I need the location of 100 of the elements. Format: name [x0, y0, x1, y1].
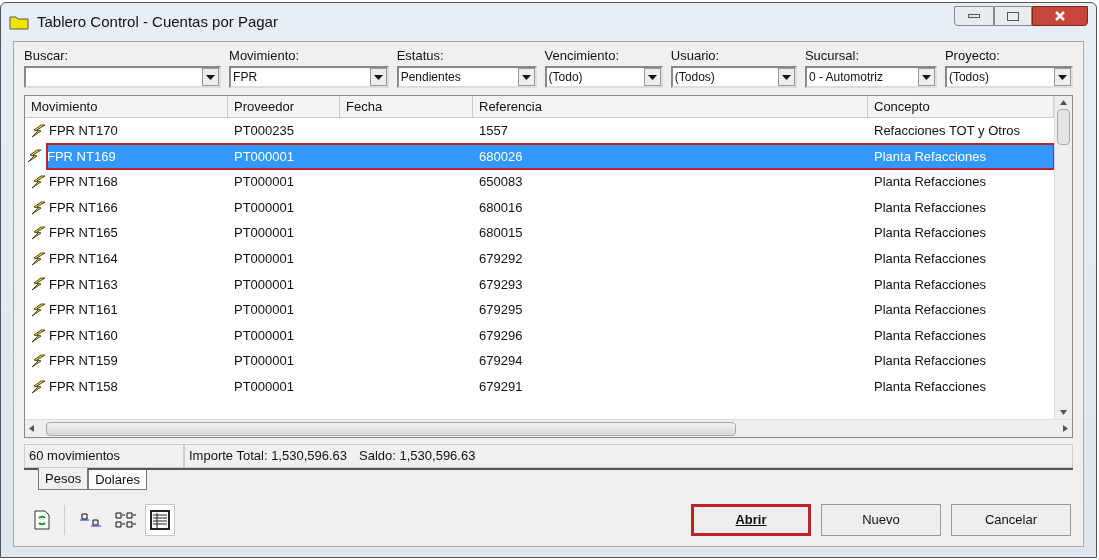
lightning-icon: [31, 354, 47, 369]
column-header[interactable]: Movimiento: [25, 96, 228, 117]
scroll-right-icon[interactable]: [1063, 425, 1068, 432]
table-row[interactable]: FPR NT166 PT000001 680016 Planta Refacciones: [25, 194, 1054, 221]
dropdown-arrow-icon[interactable]: [1058, 74, 1067, 80]
table-row[interactable]: FPR NT164 PT000001 679292 Planta Refacciones: [25, 245, 1054, 272]
balance-amount: Saldo: 1,530,596.63: [359, 447, 476, 466]
scroll-up-icon[interactable]: [1060, 100, 1067, 105]
table-cell-text: 1557: [478, 122, 509, 141]
record-count: 60 movimientos: [24, 444, 184, 468]
column-header[interactable]: Proveedor: [228, 96, 340, 117]
dropdown-field[interactable]: (Todos): [944, 66, 1073, 88]
lightning-icon: [31, 200, 47, 215]
scrollbar-thumb[interactable]: [1057, 109, 1070, 145]
table-row[interactable]: FPR NT165 PT000001 680015 Planta Refacciones: [25, 220, 1054, 246]
vertical-scrollbar[interactable]: [1054, 96, 1072, 419]
table-cell-text: FPR NT169: [47, 147, 116, 166]
table-cell-text: PT000001: [233, 352, 295, 371]
table-row[interactable]: FPR NT158 PT000001 679291 Planta Refacciones: [25, 373, 1054, 400]
table-cell-text: Planta Refacciones: [873, 352, 987, 371]
lightning-icon: [27, 149, 43, 164]
table-cell-text: FPR NT170: [49, 122, 118, 141]
filter-label: Movimiento:: [229, 47, 301, 65]
table-row[interactable]: FPR NT161 PT000001 679295 Planta Refacciones: [25, 297, 1054, 323]
table-cell-text: FPR NT166: [49, 198, 118, 217]
refresh-icon[interactable]: [34, 510, 50, 530]
scrollbar-thumb[interactable]: [46, 421, 736, 436]
table-cell-text: 679296: [478, 326, 524, 345]
close-icon: [1054, 10, 1066, 22]
table-cell-text: FPR NT159: [49, 352, 118, 371]
table-cell-text: PT000001: [233, 224, 295, 243]
table-cell-text: FPR NT158: [49, 378, 118, 396]
dropdown-arrow-icon[interactable]: [206, 74, 216, 80]
table-cell-text: 679293: [478, 275, 524, 294]
table-cell-text: 679294: [478, 352, 524, 371]
horizontal-scrollbar[interactable]: [25, 419, 1072, 437]
table-cell-text: FPR NT164: [49, 250, 118, 268]
document-pair-icon[interactable]: [79, 513, 103, 527]
table-row[interactable]: FPR NT159 PT000001 679294 Planta Refacciones: [25, 348, 1054, 374]
dropdown-field[interactable]: Pendientes: [396, 66, 537, 88]
dialog-button[interactable]: Abrir: [691, 504, 811, 536]
lightning-icon: [31, 226, 47, 241]
table-cell-text: FPR NT168: [49, 173, 118, 192]
dialog-button[interactable]: Cancelar: [951, 504, 1071, 536]
table-row[interactable]: FPR NT170 PT000235 1557 Refacciones TOT y Otros: [25, 118, 1054, 144]
lightning-icon: [31, 251, 47, 266]
table-cell-text: PT000001: [233, 173, 295, 192]
table-cell-text: Planta Refacciones: [873, 147, 987, 166]
dropdown-field[interactable]: (Todos): [670, 66, 797, 88]
table-cell-text: PT000001: [233, 326, 295, 345]
table-cell-text: 679292: [478, 250, 524, 268]
table-row[interactable]: FPR NT168 PT000001 650083 Planta Refacciones: [25, 169, 1054, 195]
table-cell-text: Planta Refacciones: [873, 378, 987, 396]
tab[interactable]: Dolares: [88, 470, 147, 490]
filter-label: Usuario:: [670, 47, 721, 65]
table-cell-text: Planta Refacciones: [873, 224, 987, 243]
table-cell-text: 650083: [478, 173, 524, 192]
tab[interactable]: Pesos: [38, 468, 89, 490]
dropdown-arrow-icon[interactable]: [521, 74, 531, 80]
table-cell-text: 680016: [478, 198, 524, 217]
table-cell-text: Planta Refacciones: [873, 301, 987, 320]
dropdown-arrow-icon[interactable]: [781, 74, 791, 80]
table-cell-text: PT000001: [233, 147, 295, 166]
grid-view-button[interactable]: [145, 504, 175, 536]
table-cell-text: Planta Refacciones: [873, 198, 987, 217]
dropdown-field[interactable]: (Todo): [544, 66, 663, 88]
table-cell-text: FPR NT163: [49, 275, 118, 294]
folder-icon: [9, 14, 29, 30]
minimize-button[interactable]: [954, 6, 994, 26]
table-cell-text: 679295: [478, 301, 524, 320]
table-cell-text: 679291: [478, 378, 524, 396]
filter-label: Proyecto:: [944, 47, 1001, 65]
close-button[interactable]: [1032, 6, 1088, 26]
filter-label: Sucursal:: [804, 47, 861, 65]
lightning-icon: [31, 175, 47, 189]
total-amount: Importe Total: 1,530,596.63: [189, 447, 348, 466]
scroll-left-icon[interactable]: [29, 425, 34, 432]
table-row[interactable]: FPR NT163 PT000001 679293 Planta Refacciones: [25, 271, 1054, 298]
table-cell-text: Refacciones TOT y Otros: [873, 122, 1021, 141]
scroll-down-icon[interactable]: [1060, 410, 1067, 415]
column-header[interactable]: Fecha: [340, 96, 473, 117]
dropdown-arrow-icon[interactable]: [921, 74, 931, 80]
dropdown-field[interactable]: FPR: [229, 66, 389, 88]
lightning-icon: [31, 302, 47, 317]
table-cell-text: FPR NT161: [49, 301, 118, 320]
maximize-button[interactable]: [994, 6, 1032, 26]
table-row[interactable]: FPR NT160 PT000001 679296 Planta Refacciones: [25, 322, 1054, 349]
column-header[interactable]: Referencia: [473, 96, 868, 117]
window-title: Tablero Control - Cuentas por Pagar: [37, 11, 278, 32]
filter-label: Estatus:: [396, 47, 445, 65]
dropdown-field[interactable]: 0 - Automotriz: [804, 66, 937, 88]
grouping-icon[interactable]: [115, 511, 137, 529]
dropdown-arrow-icon[interactable]: [647, 74, 657, 80]
dropdown-arrow-icon[interactable]: [373, 74, 383, 80]
table-cell-text: PT000001: [233, 301, 295, 320]
table-cell-text: PT000001: [233, 250, 295, 268]
dropdown-field[interactable]: [24, 66, 222, 88]
lightning-icon: [31, 277, 47, 292]
dialog-button[interactable]: Nuevo: [821, 504, 941, 536]
lightning-icon: [31, 379, 47, 394]
